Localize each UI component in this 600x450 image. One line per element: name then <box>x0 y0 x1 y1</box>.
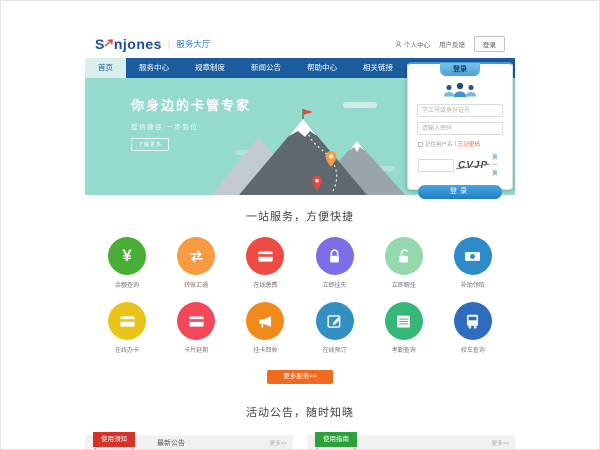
personal-center-label: 个人中心 <box>404 39 430 49</box>
usage-guide-ribbon[interactable]: 使用指南 <box>315 432 357 447</box>
transfer-icon <box>177 237 215 275</box>
login-submit-button[interactable]: 登录 <box>418 185 502 199</box>
edit-icon <box>316 302 354 340</box>
hero-subtitle: 提供捷径 一步到位 <box>131 121 251 131</box>
login-panel: 登录 记住用户名 | 忘记密码 CVJP 换一换 登录 <box>407 62 513 190</box>
service-item-6[interactable]: 补助领取 <box>443 237 503 289</box>
service-item-1[interactable]: ¥ 余额查询 <box>97 237 157 289</box>
banknote-icon <box>454 237 492 275</box>
services-row-2: 在线办卡卡片延期挂卡回收 在线预订考勤查询校车查询 <box>97 302 503 354</box>
username-input[interactable] <box>417 104 503 117</box>
nav-item-2[interactable]: 服务中心 <box>126 58 182 78</box>
notice-panel-header: 使用须知 最新公告 更多>> <box>85 435 293 450</box>
notice-panel: 使用须知 最新公告 更多>> <box>85 435 293 450</box>
yuan-icon: ¥ <box>108 237 146 275</box>
captcha-image[interactable]: CVJP <box>458 160 488 171</box>
personal-center-link[interactable]: 个人中心 <box>395 39 430 49</box>
nav-item-1[interactable]: 首页 <box>85 58 126 78</box>
nav-item-5[interactable]: 帮助中心 <box>294 58 350 78</box>
lock-closed-icon <box>316 237 354 275</box>
card-icon <box>108 302 146 340</box>
service-item-label: 考勤查询 <box>374 345 434 354</box>
user-feedback-link[interactable]: 用户反馈 <box>439 39 465 49</box>
nav-item-3[interactable]: 规章制度 <box>182 58 238 78</box>
service-item-label: 立即解挂 <box>374 280 434 289</box>
remember-checkbox[interactable] <box>418 142 423 147</box>
service-item-8[interactable]: 卡片延期 <box>166 302 226 354</box>
header-login-button[interactable]: 登录 <box>474 36 505 52</box>
announcement-panels: 使用须知 最新公告 更多>> 使用指南 更多>> <box>85 435 515 450</box>
guide-more-link[interactable]: 更多>> <box>492 439 509 447</box>
lock-open-icon <box>385 237 423 275</box>
password-input[interactable] <box>417 122 503 135</box>
service-item-label: 卡片延期 <box>166 345 226 354</box>
service-item-10[interactable]: 在线预订 <box>305 302 365 354</box>
remember-divider: | <box>455 141 456 147</box>
service-item-label: 立即挂失 <box>305 280 365 289</box>
captcha-refresh-link[interactable]: 换一换 <box>492 153 502 177</box>
service-item-label: 补助领取 <box>443 280 503 289</box>
logo: S njones <box>95 36 162 52</box>
card-icon <box>246 237 284 275</box>
bus-icon <box>454 302 492 340</box>
hero-copy: 你身边的卡管专家 提供捷径 一步到位 了解更多 <box>131 95 251 151</box>
service-item-label: 余额查询 <box>97 280 157 289</box>
header-divider: | <box>168 39 170 49</box>
service-item-label: 转账汇通 <box>166 280 226 289</box>
service-item-3[interactable]: 在线缴费 <box>235 237 295 289</box>
captcha-input[interactable] <box>418 159 454 172</box>
megaphone-icon <box>246 302 284 340</box>
card-icon <box>177 302 215 340</box>
login-tab[interactable]: 登录 <box>440 63 480 76</box>
service-item-label: 在线预订 <box>305 345 365 354</box>
user-feedback-label: 用户反馈 <box>439 39 465 49</box>
services-title: 一站服务，方便快捷 <box>85 195 515 224</box>
users-group-icon <box>440 81 480 99</box>
forgot-password-link[interactable]: 忘记密码 <box>458 140 480 148</box>
top-header: S njones | 服务大厅 个人中心 用户反馈 登录 <box>85 30 515 58</box>
guide-panel-header: 使用指南 更多>> <box>307 435 515 450</box>
services-row-1: ¥ 余额查询转账汇通在线缴费 立即挂失立即解挂补助领取 <box>97 237 503 289</box>
guide-panel: 使用指南 更多>> <box>307 435 515 450</box>
hero-cta-button[interactable]: 了解更多 <box>131 138 169 151</box>
service-item-5[interactable]: 立即解挂 <box>374 237 434 289</box>
usage-notice-ribbon[interactable]: 使用须知 <box>93 432 135 447</box>
announcements-title: 活动公告，随时知晓 <box>85 404 515 420</box>
service-item-11[interactable]: 考勤查询 <box>374 302 434 354</box>
service-item-2[interactable]: 转账汇通 <box>166 237 226 289</box>
service-item-label: 在线缴费 <box>235 280 295 289</box>
service-item-9[interactable]: 挂卡回收 <box>235 302 295 354</box>
nav-item-4[interactable]: 新闻公告 <box>238 58 294 78</box>
table-icon <box>385 302 423 340</box>
site-container: S njones | 服务大厅 个人中心 用户反馈 登录 首页服务中心规章制度新… <box>85 30 515 450</box>
more-services-button[interactable]: 更多服务>> <box>267 370 333 384</box>
service-item-label: 校车查询 <box>443 345 503 354</box>
service-item-label: 在线办卡 <box>97 345 157 354</box>
remember-row: 记住用户名 | 忘记密码 <box>418 140 502 148</box>
hero-title: 你身边的卡管专家 <box>131 95 251 114</box>
latest-announcements-tab[interactable]: 最新公告 <box>157 438 185 448</box>
service-item-7[interactable]: 在线办卡 <box>97 302 157 354</box>
service-item-label: 挂卡回收 <box>235 345 295 354</box>
captcha-row: CVJP 换一换 <box>418 153 502 177</box>
service-item-4[interactable]: 立即挂失 <box>305 237 365 289</box>
user-icon <box>395 41 402 48</box>
remember-label: 记住用户名 <box>425 140 453 148</box>
portal-name: 服务大厅 <box>176 38 210 50</box>
service-item-12[interactable]: 校车查询 <box>443 302 503 354</box>
header-links: 个人中心 用户反馈 登录 <box>395 36 505 52</box>
notice-more-link[interactable]: 更多>> <box>270 439 287 447</box>
nav-item-6[interactable]: 相关链接 <box>350 58 406 78</box>
logo-text-end: njones <box>114 36 162 52</box>
